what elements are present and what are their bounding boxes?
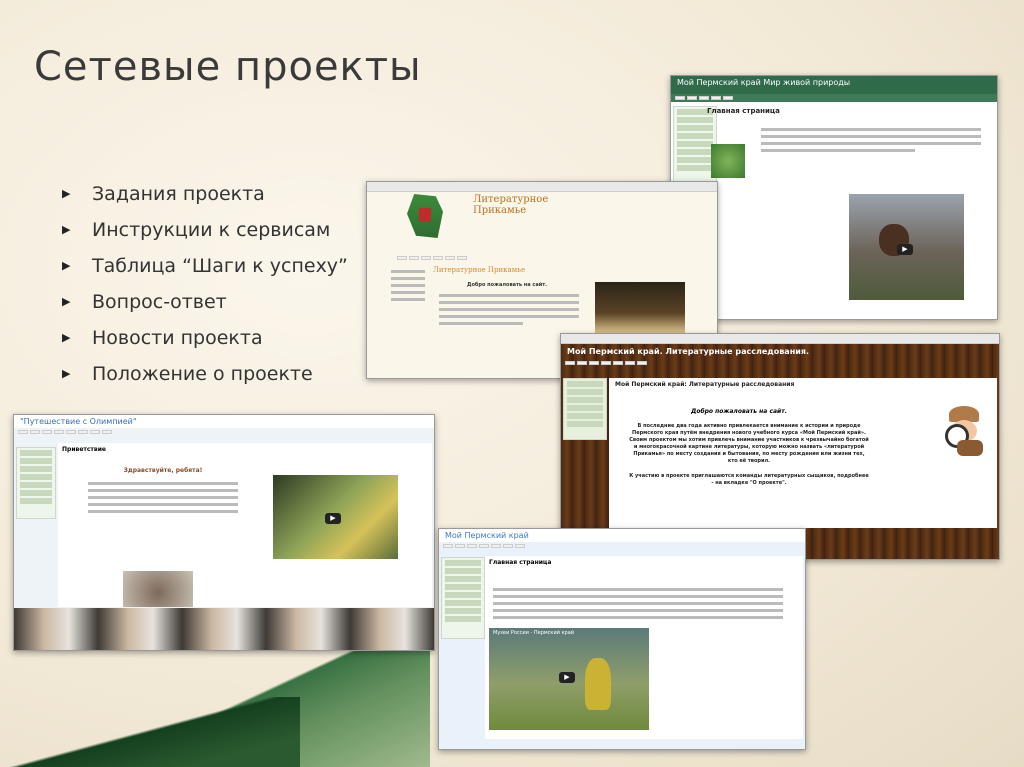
text-lines <box>761 124 981 156</box>
nav-tab[interactable] <box>455 544 465 548</box>
logo-text: Литературное Прикамье <box>473 194 549 216</box>
screenshot-perm-krai: Мой Пермский край Главная страница Музеи… <box>438 528 806 750</box>
site-nav <box>393 254 471 262</box>
play-icon[interactable]: ▶ <box>325 513 341 524</box>
nav-tab[interactable] <box>503 544 513 548</box>
nav-tab[interactable] <box>723 96 733 100</box>
bullet-arrow-icon: ▶ <box>62 331 71 344</box>
welcome-text: Добро пожаловать на сайт. <box>467 282 548 288</box>
bullet-item: ▶ Вопрос-ответ <box>62 284 348 320</box>
map-icon <box>407 194 443 238</box>
site-sidebar <box>391 266 425 306</box>
page-title: Литературное Прикамье <box>433 266 526 274</box>
nav-tab[interactable] <box>18 430 28 434</box>
book-image <box>595 282 685 334</box>
nav-tab[interactable] <box>675 96 685 100</box>
bullet-item: ▶ Задания проекта <box>62 176 348 212</box>
nav-tab[interactable] <box>90 430 100 434</box>
site-sidebar <box>16 447 56 519</box>
text-lines <box>439 290 579 329</box>
bullet-arrow-icon: ▶ <box>62 367 71 380</box>
page-title: Главная страница <box>489 559 552 566</box>
nav-tab[interactable] <box>433 256 443 260</box>
video-player[interactable]: Музеи России - Пермский край ▶ <box>489 628 649 730</box>
bullet-item: ▶ Новости проекта <box>62 320 348 356</box>
slide-title: Сетевые проекты <box>34 44 422 90</box>
decor-stripe-dark <box>0 697 300 767</box>
bullet-arrow-icon: ▶ <box>62 295 71 308</box>
site-header: Мой Пермский край. Литературные расследо… <box>567 347 809 356</box>
bullet-item: ▶ Положение о проекте <box>62 356 348 392</box>
nav-tab[interactable] <box>66 430 76 434</box>
bullet-item: ▶ Инструкции к сервисам <box>62 212 348 248</box>
screenshot-olympia: "Путешествие с Олимпией" Приветствие Здр… <box>13 414 435 651</box>
nav-tab[interactable] <box>601 361 611 365</box>
browser-bar <box>561 334 999 344</box>
site-header: "Путешествие с Олимпией" <box>14 415 434 428</box>
nav-tab[interactable] <box>699 96 709 100</box>
site-sidebar <box>441 557 485 639</box>
bullet-arrow-icon: ▶ <box>62 187 71 200</box>
nav-tab[interactable] <box>637 361 647 365</box>
nav-tab[interactable] <box>467 544 477 548</box>
nav-tab[interactable] <box>589 361 599 365</box>
content-area: Мой Пермский край: Литературные расследо… <box>609 378 997 528</box>
nav-tab[interactable] <box>687 96 697 100</box>
play-icon[interactable]: ▶ <box>897 244 913 255</box>
nav-tab[interactable] <box>515 544 525 548</box>
text-lines <box>88 482 238 513</box>
nav-tab[interactable] <box>625 361 635 365</box>
nav-tab[interactable] <box>613 361 623 365</box>
screenshot-investigations: Мой Пермский край. Литературные расследо… <box>560 333 1000 560</box>
intro-text: В последние два года активно привлекаетс… <box>629 423 869 464</box>
nav-tab[interactable] <box>443 544 453 548</box>
welcome-text: Добро пожаловать на сайт. <box>690 408 788 415</box>
page-title: Мой Пермский край: Литературные расследо… <box>615 381 795 388</box>
site-header: Мой Пермский край Мир живой природы <box>671 76 997 94</box>
video-player[interactable]: ▶ <box>273 475 398 559</box>
nav-tab[interactable] <box>54 430 64 434</box>
nav-tab[interactable] <box>565 361 575 365</box>
book-image <box>711 144 745 178</box>
bullet-item: ▶ Таблица “Шаги к успеху” <box>62 248 348 284</box>
bullet-list: ▶ Задания проекта ▶ Инструкции к сервисам … <box>62 176 348 392</box>
video-title: Музеи России - Пермский край <box>493 630 575 636</box>
content-area: Приветствие Здравствуйте, ребята! ▶ <box>58 443 432 607</box>
site-sidebar <box>563 378 607 440</box>
nav-tab[interactable] <box>78 430 88 434</box>
nav-tab[interactable] <box>479 544 489 548</box>
nav-tab[interactable] <box>30 430 40 434</box>
page-title: Главная страница <box>707 107 780 115</box>
nav-tab[interactable] <box>102 430 112 434</box>
screenshot-live-nature: Мой Пермский край Мир живой природы Глав… <box>670 75 998 320</box>
birds-banner <box>14 608 434 650</box>
content-area: Главная страница Музеи России - Пермский… <box>485 556 803 739</box>
greeting-text: Здравствуйте, ребята! <box>123 467 203 474</box>
nav-tab[interactable] <box>577 361 587 365</box>
site-nav <box>14 428 434 436</box>
bullet-arrow-icon: ▶ <box>62 259 71 272</box>
browser-bar <box>367 182 717 192</box>
site-header: Мой Пермский край <box>439 529 805 542</box>
nav-tab[interactable] <box>711 96 721 100</box>
nav-tab[interactable] <box>445 256 455 260</box>
text-lines <box>493 588 783 619</box>
nav-tab[interactable] <box>421 256 431 260</box>
site-nav <box>439 542 805 550</box>
detective-icon <box>939 406 987 456</box>
nav-tab[interactable] <box>409 256 419 260</box>
nav-tab[interactable] <box>42 430 52 434</box>
play-icon[interactable]: ▶ <box>559 672 575 683</box>
nav-tab[interactable] <box>397 256 407 260</box>
bear-image <box>585 658 611 710</box>
page-title: Приветствие <box>62 446 106 453</box>
bullet-arrow-icon: ▶ <box>62 223 71 236</box>
nav-tab[interactable] <box>491 544 501 548</box>
video-bear[interactable]: ▶ <box>849 194 964 300</box>
site-nav <box>671 94 997 102</box>
nav-tab[interactable] <box>457 256 467 260</box>
site-nav <box>561 359 999 367</box>
birds-image <box>123 571 193 607</box>
invite-text: К участию в проекте приглашаются команды… <box>629 473 869 486</box>
